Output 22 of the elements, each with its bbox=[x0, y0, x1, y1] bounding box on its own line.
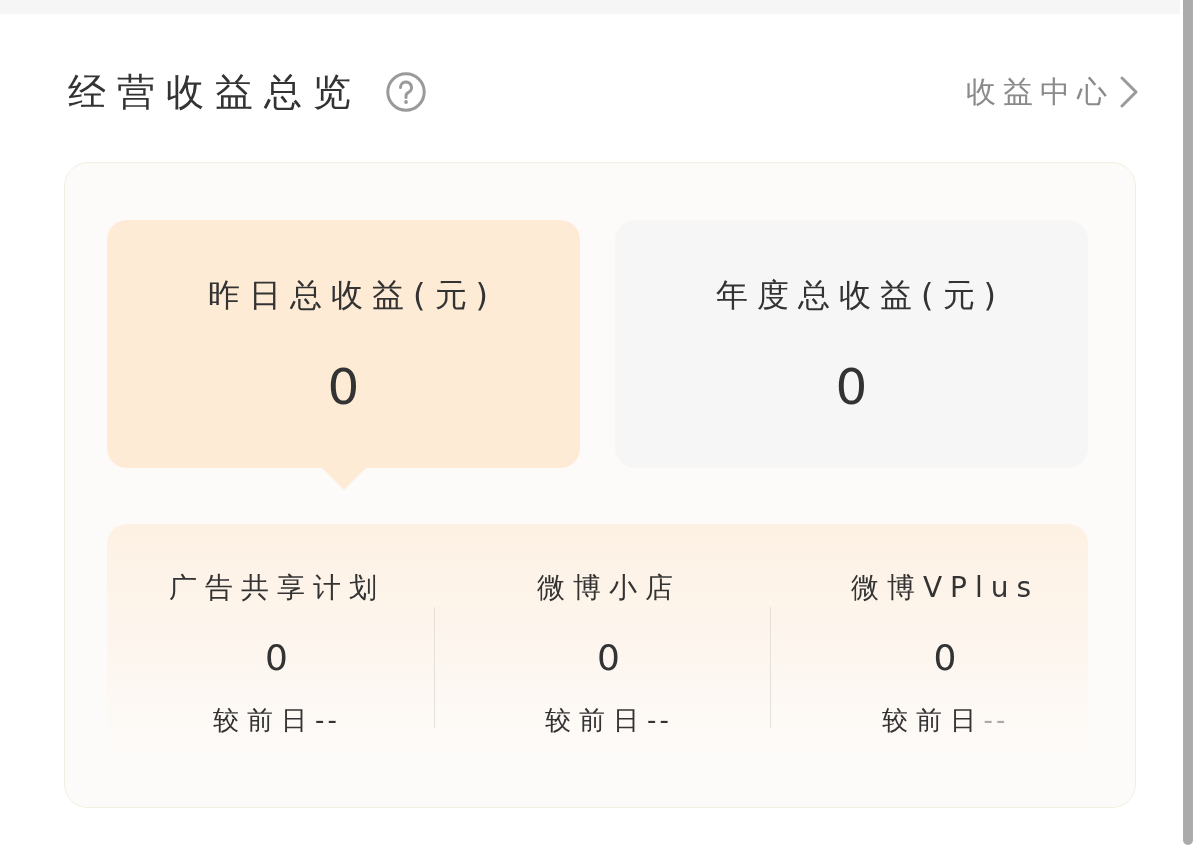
source-name: 微博小店 bbox=[536, 570, 681, 606]
change-label: 较前日 bbox=[545, 704, 648, 737]
change-value: -- bbox=[647, 704, 672, 737]
change-label: 较前日 bbox=[213, 704, 316, 737]
tile-label: 年度总收益(元) bbox=[715, 275, 1005, 316]
source-value: 0 bbox=[265, 636, 288, 680]
source-value: 0 bbox=[933, 636, 957, 680]
source-value: 0 bbox=[597, 636, 620, 680]
section-title: 经营收益总览 bbox=[68, 69, 362, 116]
summary-tile[interactable]: 年度总收益(元) 0 bbox=[615, 220, 1088, 468]
change-value: -- bbox=[983, 704, 1009, 737]
pointer-tail-icon bbox=[321, 468, 366, 490]
tile-label: 昨日总收益(元) bbox=[207, 275, 497, 316]
source-name: 微博VPlus bbox=[850, 570, 1040, 606]
scrollbar-thumb[interactable] bbox=[1183, 0, 1193, 845]
help-icon[interactable] bbox=[386, 72, 426, 112]
source-name: 广告共享计划 bbox=[168, 570, 385, 606]
change-value: -- bbox=[315, 704, 340, 737]
chevron-right-icon bbox=[1120, 76, 1138, 108]
tile-value: 0 bbox=[835, 357, 868, 417]
change-label: 较前日 bbox=[881, 704, 984, 737]
tile-value: 0 bbox=[327, 357, 360, 417]
